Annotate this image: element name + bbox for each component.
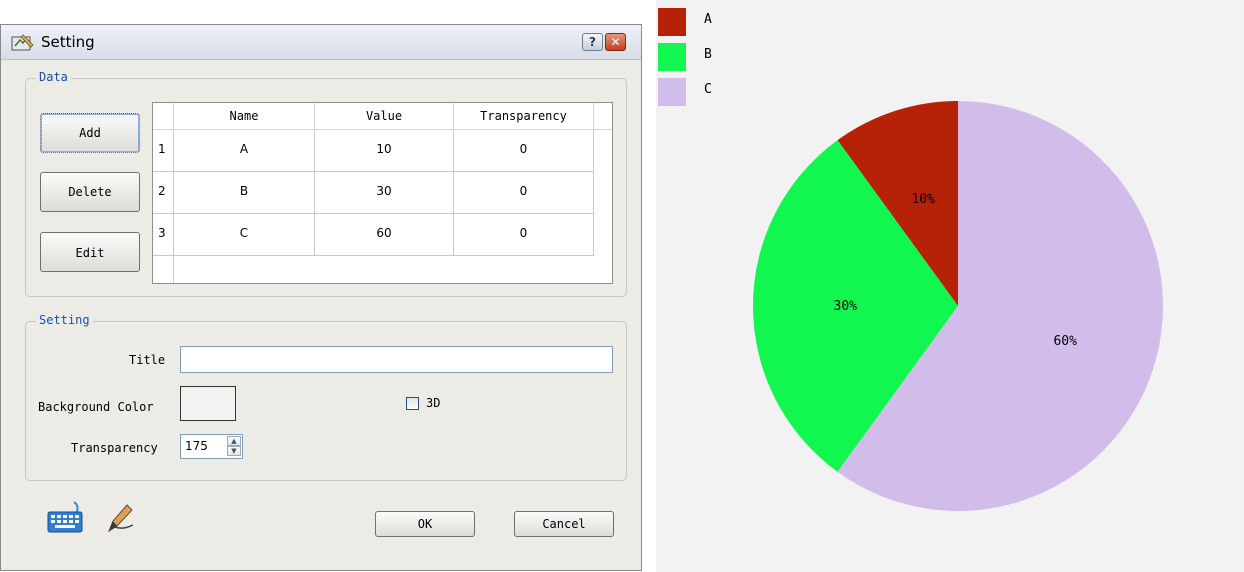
table-cell-value[interactable]: 10 (315, 130, 454, 172)
row-number[interactable]: 3 (153, 214, 174, 256)
dialog-title: Setting (41, 33, 95, 51)
table-cell-transparency[interactable]: 0 (454, 130, 594, 172)
chart-area: ABC 10% 30% 60% (656, 0, 1244, 572)
transparency-label: Transparency (71, 441, 158, 455)
slice-label-c: 60% (1053, 334, 1077, 349)
data-group-label: Data (36, 70, 71, 84)
title-bar: Setting ? ✕ (1, 25, 641, 60)
ok-button[interactable]: OK (375, 511, 475, 537)
table-cell-name[interactable]: A (174, 130, 315, 172)
spin-up-icon[interactable]: ▲ (227, 436, 241, 446)
close-button[interactable]: ✕ (605, 33, 626, 51)
column-header-value[interactable]: Value (315, 103, 454, 130)
table-corner (153, 103, 174, 130)
edit-button[interactable]: Edit (40, 232, 140, 272)
transparency-value[interactable]: 175 (185, 439, 208, 453)
table-cell-transparency[interactable]: 0 (454, 172, 594, 214)
slice-label-b: 30% (834, 299, 858, 314)
cancel-button[interactable]: Cancel (514, 511, 614, 537)
setting-group-label: Setting (36, 313, 93, 327)
help-button[interactable]: ? (582, 33, 603, 51)
setting-dialog: Setting ? ✕ Data Add Delete Edit Name Va… (0, 24, 642, 571)
3d-checkbox[interactable] (406, 397, 419, 410)
table-cell-name[interactable]: C (174, 214, 315, 256)
table-cell-name[interactable]: B (174, 172, 315, 214)
empty-row-header (153, 256, 174, 283)
table-cell-transparency[interactable]: 0 (454, 214, 594, 256)
row-number[interactable]: 1 (153, 130, 174, 172)
add-button[interactable]: Add (40, 113, 140, 153)
row-number[interactable]: 2 (153, 172, 174, 214)
data-table[interactable]: Name Value Transparency 1 A 10 0 2 B 30 … (152, 102, 613, 284)
background-color-swatch[interactable] (180, 386, 236, 421)
delete-button[interactable]: Delete (40, 172, 140, 212)
table-cell-value[interactable]: 60 (315, 214, 454, 256)
keyboard-icon[interactable] (46, 500, 86, 534)
column-header-name[interactable]: Name (174, 103, 315, 130)
column-header-transparency[interactable]: Transparency (454, 103, 594, 130)
pen-icon[interactable] (105, 501, 139, 533)
slice-label-a: 10% (911, 192, 935, 207)
3d-checkbox-label: 3D (426, 396, 441, 410)
header-filler (594, 103, 612, 130)
background-color-label: Background Color (38, 400, 154, 414)
title-input[interactable] (180, 346, 613, 373)
transparency-stepper[interactable]: 175 ▲ ▼ (180, 434, 243, 459)
app-icon (11, 34, 34, 51)
title-label: Title (129, 353, 166, 367)
pie-chart: 10% 30% 60% (753, 101, 1164, 512)
spin-down-icon[interactable]: ▼ (227, 446, 241, 456)
table-cell-value[interactable]: 30 (315, 172, 454, 214)
